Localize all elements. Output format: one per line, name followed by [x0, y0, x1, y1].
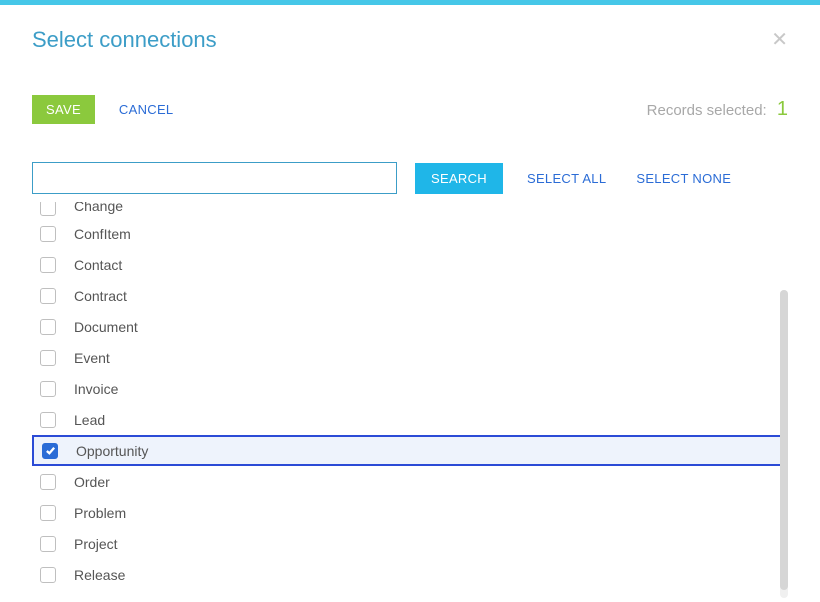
- list-item[interactable]: Change: [32, 202, 784, 218]
- scrollbar-thumb[interactable]: [780, 290, 788, 590]
- list-item[interactable]: Opportunity: [32, 435, 784, 466]
- checkbox[interactable]: [40, 226, 56, 242]
- search-input[interactable]: [32, 162, 397, 194]
- list-item[interactable]: Problem: [32, 497, 784, 528]
- checkbox[interactable]: [40, 381, 56, 397]
- list-item[interactable]: Contract: [32, 280, 784, 311]
- list-item-label: ConfItem: [74, 226, 131, 242]
- records-selected-count: 1: [777, 98, 788, 120]
- list-item[interactable]: Document: [32, 311, 784, 342]
- cancel-button[interactable]: CANCEL: [113, 101, 180, 118]
- checkbox[interactable]: [42, 443, 58, 459]
- list-item[interactable]: Project: [32, 528, 784, 559]
- list-item[interactable]: Event: [32, 342, 784, 373]
- close-icon[interactable]: ✕: [771, 30, 788, 50]
- checkbox[interactable]: [40, 350, 56, 366]
- list-item[interactable]: Contact: [32, 249, 784, 280]
- list-item-label: Order: [74, 474, 110, 490]
- list-item-label: Change: [74, 202, 123, 214]
- dialog-title: Select connections: [32, 27, 217, 53]
- list-item-label: Event: [74, 350, 110, 366]
- checkbox[interactable]: [40, 474, 56, 490]
- checkbox[interactable]: [40, 567, 56, 583]
- list-item-label: Problem: [74, 505, 126, 521]
- checkbox[interactable]: [40, 288, 56, 304]
- checkbox[interactable]: [40, 202, 56, 216]
- list-item[interactable]: Invoice: [32, 373, 784, 404]
- list-item-label: Release: [74, 567, 125, 583]
- list-item-label: Contract: [74, 288, 127, 304]
- checkbox[interactable]: [40, 257, 56, 273]
- records-selected-label: Records selected: 1: [647, 98, 788, 121]
- select-all-button[interactable]: SELECT ALL: [521, 171, 612, 186]
- list-item-label: Project: [74, 536, 118, 552]
- list-item-label: Lead: [74, 412, 105, 428]
- list-item-label: Invoice: [74, 381, 118, 397]
- list-item[interactable]: Release: [32, 559, 784, 590]
- checkbox[interactable]: [40, 412, 56, 428]
- top-border: [0, 0, 820, 5]
- list-item-label: Opportunity: [76, 443, 148, 459]
- search-button[interactable]: SEARCH: [415, 163, 503, 194]
- save-button[interactable]: SAVE: [32, 95, 95, 124]
- checkbox[interactable]: [40, 536, 56, 552]
- list-item[interactable]: Order: [32, 466, 784, 497]
- list-item[interactable]: ConfItem: [32, 218, 784, 249]
- checkbox[interactable]: [40, 505, 56, 521]
- list-item-label: Document: [74, 319, 138, 335]
- list-item[interactable]: Lead: [32, 404, 784, 435]
- select-none-button[interactable]: SELECT NONE: [630, 171, 737, 186]
- checkbox[interactable]: [40, 319, 56, 335]
- list-item-label: Contact: [74, 257, 122, 273]
